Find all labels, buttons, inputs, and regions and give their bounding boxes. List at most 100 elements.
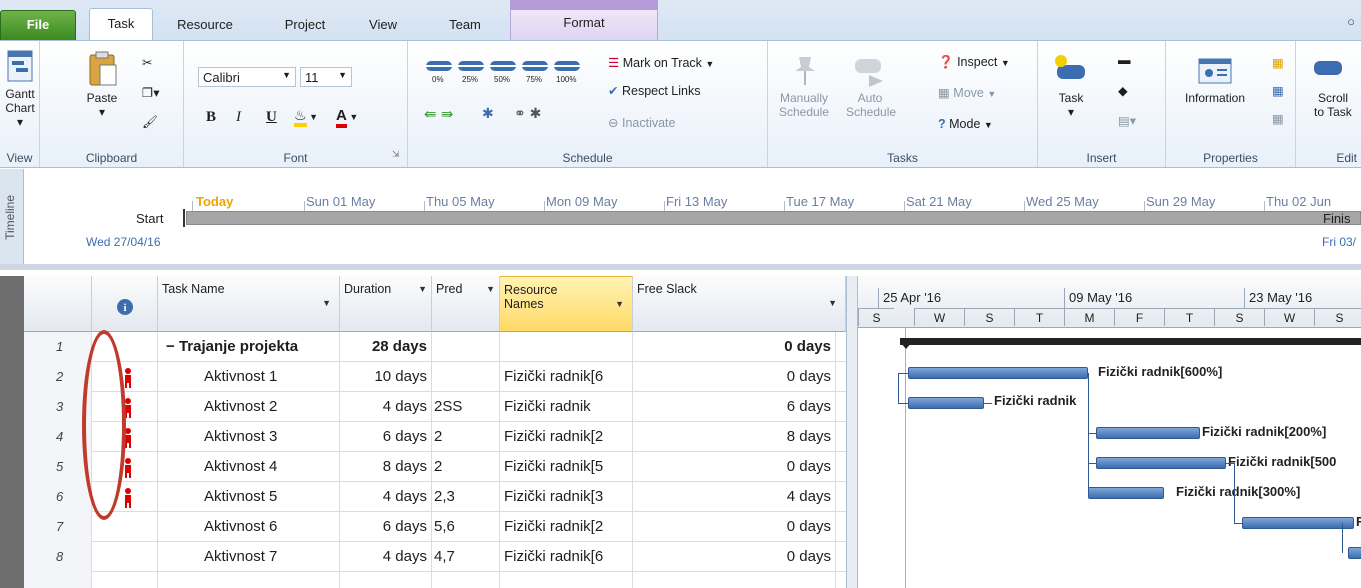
pct-75-button[interactable]: 75% bbox=[526, 75, 542, 84]
task-name-cell[interactable]: Aktivnost 3 bbox=[158, 422, 340, 452]
free-slack-cell[interactable]: 0 days bbox=[633, 362, 836, 392]
outdent-icon[interactable]: ⇚ ⇛ bbox=[424, 105, 453, 123]
pred-cell[interactable] bbox=[432, 572, 500, 588]
mark-on-track-button[interactable]: ☰ Mark on Track ▼ bbox=[608, 55, 714, 70]
pred-cell[interactable]: 2SS bbox=[432, 392, 500, 422]
table-row[interactable]: 6 Aktivnost 5 4 days 2,3 Fizički radnik[… bbox=[24, 482, 846, 512]
tab-file[interactable]: File bbox=[0, 10, 76, 40]
row-id[interactable]: 1 bbox=[24, 332, 92, 362]
table-row[interactable]: 5 Aktivnost 4 8 days 2 Fizički radnik[5 … bbox=[24, 452, 846, 482]
pred-cell[interactable]: 2,3 bbox=[432, 482, 500, 512]
scroll-to-task-button[interactable]: Scroll to Task bbox=[1300, 53, 1358, 119]
paste-dropdown[interactable]: ▾ bbox=[82, 105, 122, 119]
summary-icon[interactable]: ▬ bbox=[1118, 53, 1131, 67]
task-name-cell[interactable]: Aktivnost 5 bbox=[158, 482, 340, 512]
table-row-empty[interactable] bbox=[24, 572, 846, 588]
timeline-pane[interactable]: Timeline Today Sun 01 May Thu 05 May Mon… bbox=[0, 169, 1361, 270]
copy-icon[interactable]: ❐▾ bbox=[142, 85, 159, 100]
collapse-icon[interactable]: − bbox=[166, 338, 175, 355]
free-slack-cell[interactable]: 8 days bbox=[633, 422, 836, 452]
inactivate-button[interactable]: ⊖ Inactivate bbox=[608, 115, 675, 130]
tab-resource[interactable]: Resource bbox=[165, 12, 245, 40]
bold-button[interactable]: B bbox=[206, 109, 216, 126]
italic-button[interactable]: I bbox=[236, 109, 241, 126]
free-slack-cell[interactable]: 4 days bbox=[633, 482, 836, 512]
tab-team[interactable]: Team bbox=[440, 12, 490, 40]
deliverable-icon[interactable]: ▤▾ bbox=[1118, 113, 1136, 128]
pred-header[interactable]: Pred ▼ bbox=[432, 276, 500, 332]
overallocated-resource-icon[interactable] bbox=[123, 488, 133, 508]
duration-cell[interactable]: 28 days bbox=[340, 332, 432, 362]
resource-cell[interactable]: Fizički radnik[5 bbox=[500, 452, 633, 482]
task-bar-aktivnost-7[interactable] bbox=[1348, 547, 1361, 559]
duration-cell[interactable]: 10 days bbox=[340, 362, 432, 392]
table-row[interactable]: 7 Aktivnost 6 6 days 5,6 Fizički radnik[… bbox=[24, 512, 846, 542]
task-name-cell[interactable]: Aktivnost 6 bbox=[158, 512, 340, 542]
select-all-header[interactable] bbox=[24, 276, 92, 332]
overallocated-resource-icon[interactable] bbox=[123, 458, 133, 478]
chevron-down-icon[interactable]: ▼ bbox=[828, 298, 837, 308]
free-slack-cell[interactable]: 0 days bbox=[633, 512, 836, 542]
task-name-header[interactable]: Task Name ▼ bbox=[158, 276, 340, 332]
gantt-chart[interactable]: 25 Apr '16 09 May '16 23 May '16 S W S T… bbox=[858, 276, 1361, 588]
task-bar-aktivnost-3[interactable] bbox=[1096, 427, 1200, 439]
row-id[interactable]: 2 bbox=[24, 362, 92, 392]
chevron-down-icon[interactable]: ▼ bbox=[418, 284, 427, 294]
pred-cell[interactable]: 4,7 bbox=[432, 542, 500, 572]
duration-cell[interactable]: 4 days bbox=[340, 482, 432, 512]
resource-cell[interactable]: Fizički radnik[2 bbox=[500, 422, 633, 452]
pred-cell[interactable] bbox=[432, 332, 500, 362]
font-name-combobox[interactable]: Calibri ▼ bbox=[198, 67, 296, 87]
notes-icon[interactable]: ▦ bbox=[1272, 55, 1284, 70]
table-row[interactable]: 4 Aktivnost 3 6 days 2 Fizički radnik[2 … bbox=[24, 422, 846, 452]
free-slack-header[interactable]: Free Slack ▼ bbox=[633, 276, 846, 332]
pct-50-button[interactable]: 50% bbox=[494, 75, 510, 84]
pred-cell[interactable]: 2 bbox=[432, 422, 500, 452]
task-bar-aktivnost-4[interactable] bbox=[1096, 457, 1226, 469]
task-name-cell[interactable]: Aktivnost 4 bbox=[158, 452, 340, 482]
format-painter-icon[interactable]: 🖌 bbox=[142, 115, 158, 130]
cut-icon[interactable]: ✂ bbox=[142, 55, 152, 70]
row-id[interactable]: 5 bbox=[24, 452, 92, 482]
information-button[interactable]: Information bbox=[1170, 57, 1260, 105]
duration-cell[interactable]: 6 days bbox=[340, 512, 432, 542]
add-to-timeline-icon[interactable]: ▦ bbox=[1272, 111, 1284, 126]
insert-task-button[interactable]: Task ▾ bbox=[1048, 51, 1094, 119]
free-slack-cell[interactable] bbox=[633, 572, 836, 588]
pred-cell[interactable]: 2 bbox=[432, 452, 500, 482]
split-task-icon[interactable]: ✱ bbox=[482, 105, 494, 122]
free-slack-cell[interactable]: 0 days bbox=[633, 542, 836, 572]
milestone-icon[interactable]: ◆ bbox=[1118, 83, 1128, 98]
row-id[interactable] bbox=[24, 572, 92, 588]
insert-task-dropdown[interactable]: ▾ bbox=[1048, 105, 1094, 119]
task-name-cell[interactable]: − Trajanje projekta bbox=[158, 332, 340, 362]
pred-cell[interactable]: 5,6 bbox=[432, 512, 500, 542]
underline-button[interactable]: U bbox=[266, 109, 277, 126]
summary-bar[interactable] bbox=[900, 338, 1361, 345]
chevron-down-icon[interactable]: ▼ bbox=[615, 299, 624, 309]
duration-cell[interactable]: 4 days bbox=[340, 542, 432, 572]
free-slack-cell[interactable]: 6 days bbox=[633, 392, 836, 422]
resource-cell[interactable] bbox=[500, 332, 633, 362]
resource-names-header[interactable]: Resource Names ▼ bbox=[500, 276, 633, 332]
resource-cell[interactable]: Fizički radnik bbox=[500, 392, 633, 422]
highlight-color-button[interactable]: ♨ ▼ bbox=[294, 107, 318, 127]
resource-cell[interactable]: Fizički radnik[3 bbox=[500, 482, 633, 512]
overallocated-resource-icon[interactable] bbox=[123, 368, 133, 388]
task-name-cell[interactable]: Aktivnost 1 bbox=[158, 362, 340, 392]
tab-project[interactable]: Project bbox=[270, 12, 340, 40]
chevron-down-icon[interactable]: ▼ bbox=[322, 298, 331, 308]
pane-splitter[interactable] bbox=[846, 276, 858, 588]
resource-cell[interactable] bbox=[500, 572, 633, 588]
task-name-cell[interactable] bbox=[158, 572, 340, 588]
duration-cell[interactable]: 8 days bbox=[340, 452, 432, 482]
pred-cell[interactable] bbox=[432, 362, 500, 392]
task-bar-aktivnost-5[interactable] bbox=[1088, 487, 1164, 499]
manually-schedule-button[interactable]: Manually Schedule bbox=[774, 53, 834, 119]
timeline-bar[interactable] bbox=[186, 211, 1361, 225]
row-id[interactable]: 8 bbox=[24, 542, 92, 572]
inspect-button[interactable]: ❓ Inspect ▼ bbox=[938, 55, 1010, 70]
resource-cell[interactable]: Fizički radnik[2 bbox=[500, 512, 633, 542]
free-slack-cell[interactable]: 0 days bbox=[633, 452, 836, 482]
details-icon[interactable]: ▦ bbox=[1272, 83, 1284, 98]
